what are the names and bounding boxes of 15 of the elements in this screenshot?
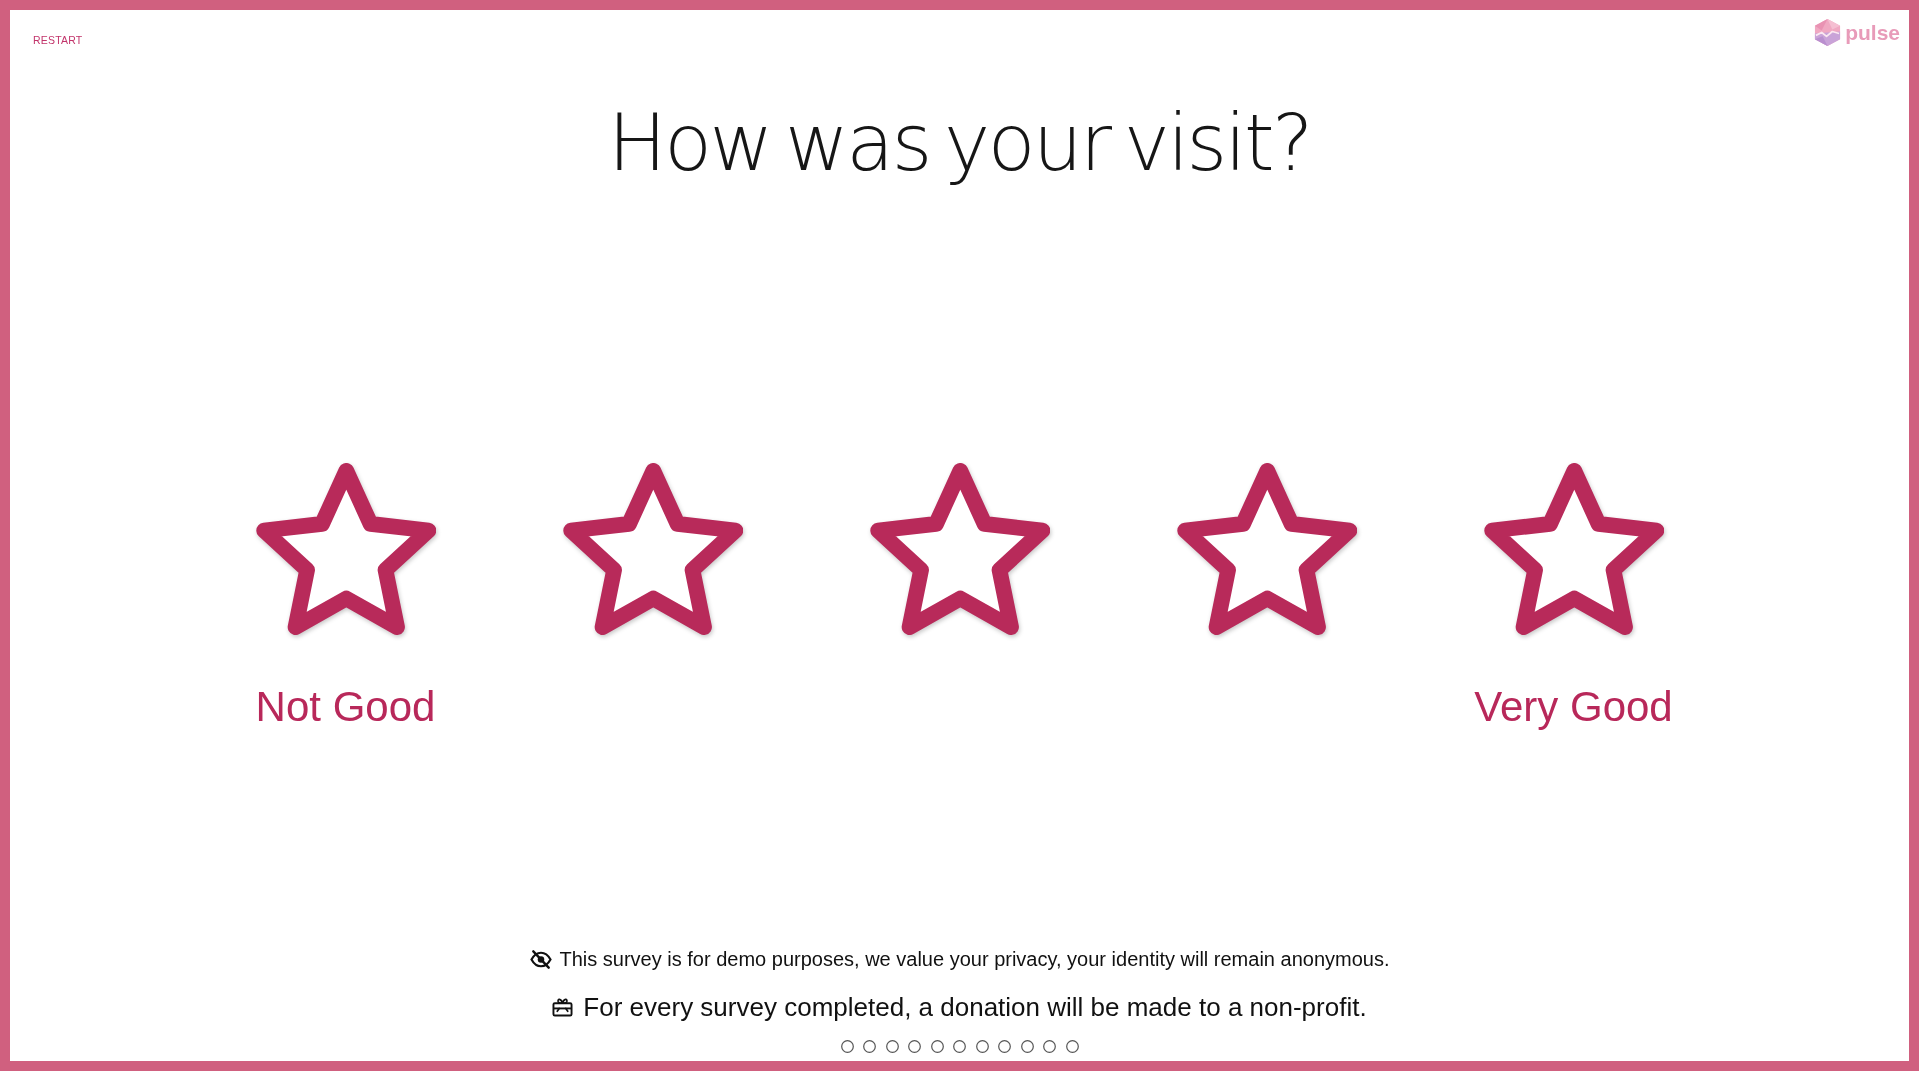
logo-icon	[1813, 18, 1843, 47]
privacy-note: This survey is for demo purposes, we value your privacy, your identity will remain anonymous.	[559, 947, 1390, 972]
star-icon[interactable]	[255, 463, 436, 635]
star-icon[interactable]	[1176, 463, 1357, 635]
gift-icon	[552, 997, 574, 1017]
question-title: How was your visit?	[608, 103, 1311, 183]
rating-label: Not Good	[255, 683, 436, 731]
star-icon[interactable]	[869, 463, 1050, 635]
donation-note: For every survey completed, a donation will be made to a non-profit.	[583, 991, 1367, 1023]
star-icon[interactable]	[1483, 463, 1664, 635]
brand-name: pulse	[1845, 19, 1900, 46]
star-icon[interactable]	[562, 463, 743, 635]
rating-label: Very Good	[1474, 683, 1673, 731]
eye-slash-icon	[529, 949, 552, 969]
restart-button[interactable]: RESTART	[33, 33, 83, 47]
